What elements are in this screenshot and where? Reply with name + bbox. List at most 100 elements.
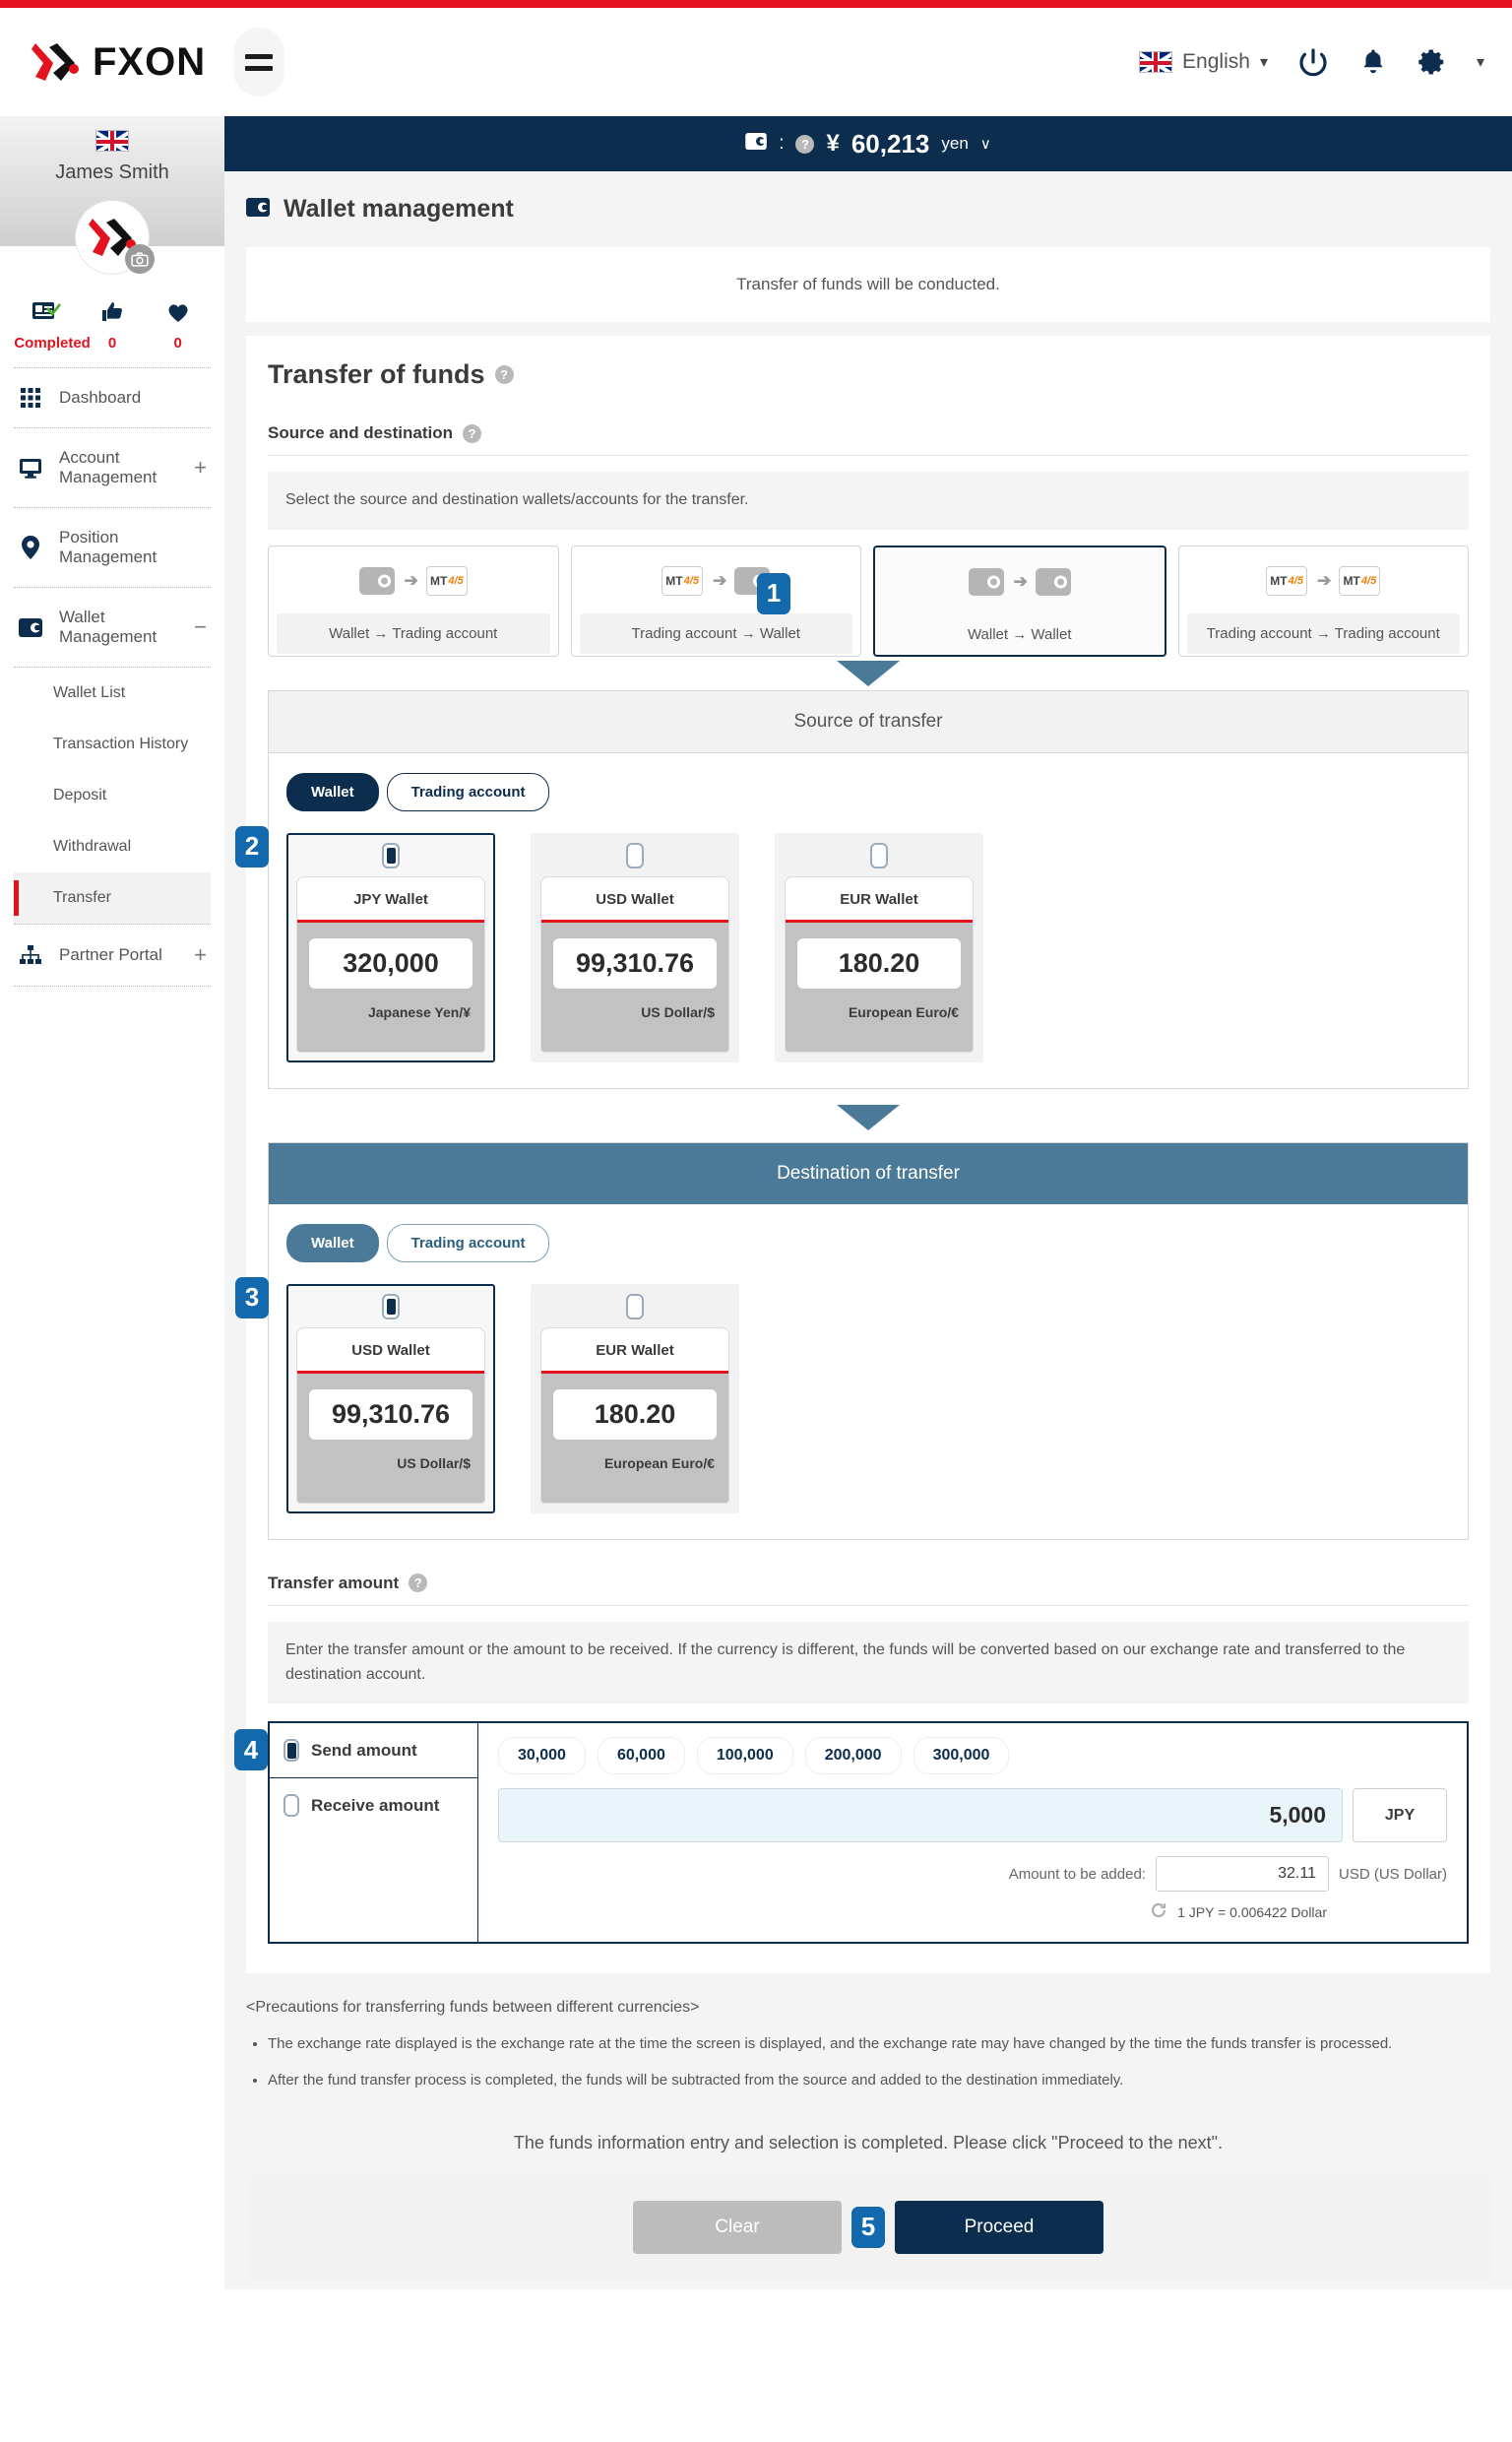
- sidebar-item-withdrawal[interactable]: Withdrawal: [14, 821, 211, 872]
- balance-separator: :: [779, 133, 785, 154]
- sidebar-item-partner-portal[interactable]: Partner Portal +: [14, 925, 211, 987]
- transfer-amount-input[interactable]: 5,000: [498, 1788, 1343, 1843]
- destination-heading: Destination of transfer: [269, 1142, 1468, 1204]
- transfer-type-trading-to-trading[interactable]: MT 4/5 ➔ MT 4/5 Trading account → Tradin…: [1177, 545, 1469, 657]
- radio-button[interactable]: [284, 1794, 299, 1818]
- avatar[interactable]: [76, 201, 155, 274]
- bell-icon[interactable]: [1358, 47, 1388, 77]
- transfer-type-label: Trading account → Trading account: [1186, 612, 1460, 654]
- camera-icon[interactable]: [125, 244, 155, 274]
- source-wallet-card-jpy[interactable]: JPY Wallet 320,000 Japanese Yen/¥: [286, 832, 495, 1062]
- destination-tab-trading-account[interactable]: Trading account: [386, 1223, 550, 1262]
- wallet-icon: [1035, 567, 1071, 596]
- amount-mode-send[interactable]: Send amount: [270, 1723, 477, 1779]
- brand-name: FXON: [93, 39, 207, 84]
- transfer-type-wallet-to-wallet[interactable]: ➔ Wallet → Wallet: [873, 545, 1166, 657]
- source-heading: Source of transfer: [269, 690, 1468, 753]
- collapse-icon[interactable]: −: [194, 616, 207, 638]
- section-label-text: Transfer amount: [268, 1573, 400, 1592]
- wallet-submenu: Wallet List Transaction History Deposit …: [14, 667, 211, 925]
- app-header: FXON English ▾ ▾: [0, 8, 1512, 116]
- transfer-type-icons: ➔ MT 4/5: [358, 558, 468, 604]
- sidebar-item-wallet-list[interactable]: Wallet List: [14, 668, 211, 719]
- quick-amount-60000[interactable]: 60,000: [597, 1737, 685, 1775]
- menu-toggle-button[interactable]: [233, 28, 285, 96]
- source-tab-wallet[interactable]: Wallet: [286, 772, 379, 811]
- brand-logo[interactable]: FXON: [28, 39, 206, 85]
- destination-wallet-card-usd[interactable]: USD Wallet 99,310.76 US Dollar/$: [286, 1283, 495, 1513]
- chevron-down-icon: ▾: [1259, 54, 1268, 71]
- step-badge-1: 1: [757, 572, 790, 614]
- help-icon[interactable]: ?: [462, 423, 481, 443]
- sidebar-item-deposit[interactable]: Deposit: [14, 770, 211, 821]
- destination-body: Wallet Trading account USD Wallet 99,310…: [235, 1204, 1468, 1539]
- transfer-type-wallet-to-trading[interactable]: ➔ MT 4/5 Wallet → Trading account: [268, 545, 559, 657]
- mt-version: 4/5: [683, 574, 699, 587]
- help-icon[interactable]: ?: [795, 134, 815, 154]
- radio-button[interactable]: [382, 1293, 400, 1319]
- transfer-panel: Transfer of funds ? Source and destinati…: [234, 336, 1490, 1974]
- amount-mode-selector: Send amount Receive amount: [270, 1723, 478, 1943]
- sidebar-item-account-management[interactable]: Account Management +: [14, 428, 211, 508]
- destination-wallet-card-eur[interactable]: EUR Wallet 180.20 European Euro/€: [531, 1283, 739, 1513]
- quick-amount-200000[interactable]: 200,000: [804, 1737, 902, 1775]
- currency-selector-button[interactable]: JPY: [1353, 1788, 1447, 1843]
- amount-mode-receive[interactable]: Receive amount: [270, 1778, 477, 1832]
- help-icon[interactable]: ?: [409, 1574, 428, 1593]
- source-wallet-card-usd[interactable]: USD Wallet 99,310.76 US Dollar/$: [531, 832, 739, 1062]
- sidebar-item-transfer[interactable]: Transfer: [14, 872, 211, 925]
- arrow-right-icon: ➔: [404, 570, 418, 590]
- step-badge-3: 3: [235, 1276, 269, 1318]
- power-icon[interactable]: [1297, 46, 1329, 78]
- radio-button[interactable]: [284, 1739, 299, 1763]
- refresh-icon[interactable]: [1150, 1901, 1167, 1922]
- sidebar-item-wallet-management[interactable]: Wallet Management −: [14, 588, 211, 667]
- gear-icon[interactable]: [1418, 47, 1447, 77]
- source-tab-trading-account[interactable]: Trading account: [386, 772, 550, 811]
- expand-icon[interactable]: +: [194, 457, 207, 479]
- settings-chevron-down-icon[interactable]: ▾: [1477, 52, 1484, 72]
- transfer-amount-hint: Enter the transfer amount or the amount …: [268, 1621, 1469, 1704]
- amount-mode-label: Receive amount: [311, 1795, 440, 1815]
- clear-button[interactable]: Clear: [633, 2200, 842, 2254]
- sidebar-item-label: Account Management: [59, 448, 158, 486]
- transfer-type-trading-to-wallet[interactable]: MT 4/5 ➔ Trading account → Wallet: [570, 545, 861, 657]
- mt-platform-icon: MT 4/5: [662, 565, 704, 596]
- language-label: English: [1182, 50, 1250, 73]
- transfer-type-label: Wallet → Trading account: [277, 612, 550, 654]
- expand-icon[interactable]: +: [194, 944, 207, 966]
- mt-label: MT: [430, 573, 448, 588]
- wallet-card: JPY Wallet 320,000 Japanese Yen/¥: [296, 875, 485, 1053]
- destination-tab-wallet[interactable]: Wallet: [286, 1223, 379, 1262]
- help-icon[interactable]: ?: [494, 365, 514, 384]
- balance-bar: : ? ¥ 60,213 yen ∨: [224, 116, 1512, 171]
- wallet-amount-wrap: 99,310.76: [541, 923, 728, 998]
- proceed-button[interactable]: Proceed: [895, 2200, 1103, 2254]
- amount-input-row: 5,000 JPY: [498, 1788, 1447, 1843]
- radio-button[interactable]: [870, 842, 888, 868]
- language-selector[interactable]: English ▾: [1139, 50, 1268, 74]
- heart-icon: [146, 297, 211, 327]
- mt-label: MT: [1343, 573, 1360, 588]
- wallet-card: EUR Wallet 180.20 European Euro/€: [540, 1326, 729, 1504]
- amount-entry-area: 30,000 60,000 100,000 200,000 300,000 5,…: [478, 1723, 1467, 1943]
- mt-label: MT: [1270, 573, 1288, 588]
- quick-amount-100000[interactable]: 100,000: [696, 1737, 793, 1775]
- mt-version: 4/5: [448, 574, 464, 587]
- quick-amount-30000[interactable]: 30,000: [498, 1737, 586, 1775]
- chevron-down-icon[interactable]: ∨: [980, 135, 991, 153]
- radio-button[interactable]: [626, 1293, 644, 1319]
- page-layout: James Smith Completed 0 0 Dashboard Acco…: [0, 116, 1512, 2289]
- quick-amount-300000[interactable]: 300,000: [913, 1737, 1010, 1775]
- sidebar-item-dashboard[interactable]: Dashboard: [14, 368, 211, 428]
- sidebar-item-transaction-history[interactable]: Transaction History: [14, 719, 211, 770]
- mt-platform-icon: MT 4/5: [1266, 565, 1308, 596]
- wallet-card: EUR Wallet 180.20 European Euro/€: [785, 875, 974, 1053]
- panel-heading: Transfer of funds ?: [268, 359, 1469, 390]
- main-content: : ? ¥ 60,213 yen ∨ Wallet management Tra…: [224, 116, 1512, 2289]
- radio-button[interactable]: [626, 842, 644, 868]
- quick-amount-buttons: 30,000 60,000 100,000 200,000 300,000: [498, 1737, 1447, 1775]
- source-wallet-card-eur[interactable]: EUR Wallet 180.20 European Euro/€: [775, 832, 983, 1062]
- radio-button[interactable]: [382, 842, 400, 868]
- sidebar-item-position-management[interactable]: Position Management: [14, 508, 211, 588]
